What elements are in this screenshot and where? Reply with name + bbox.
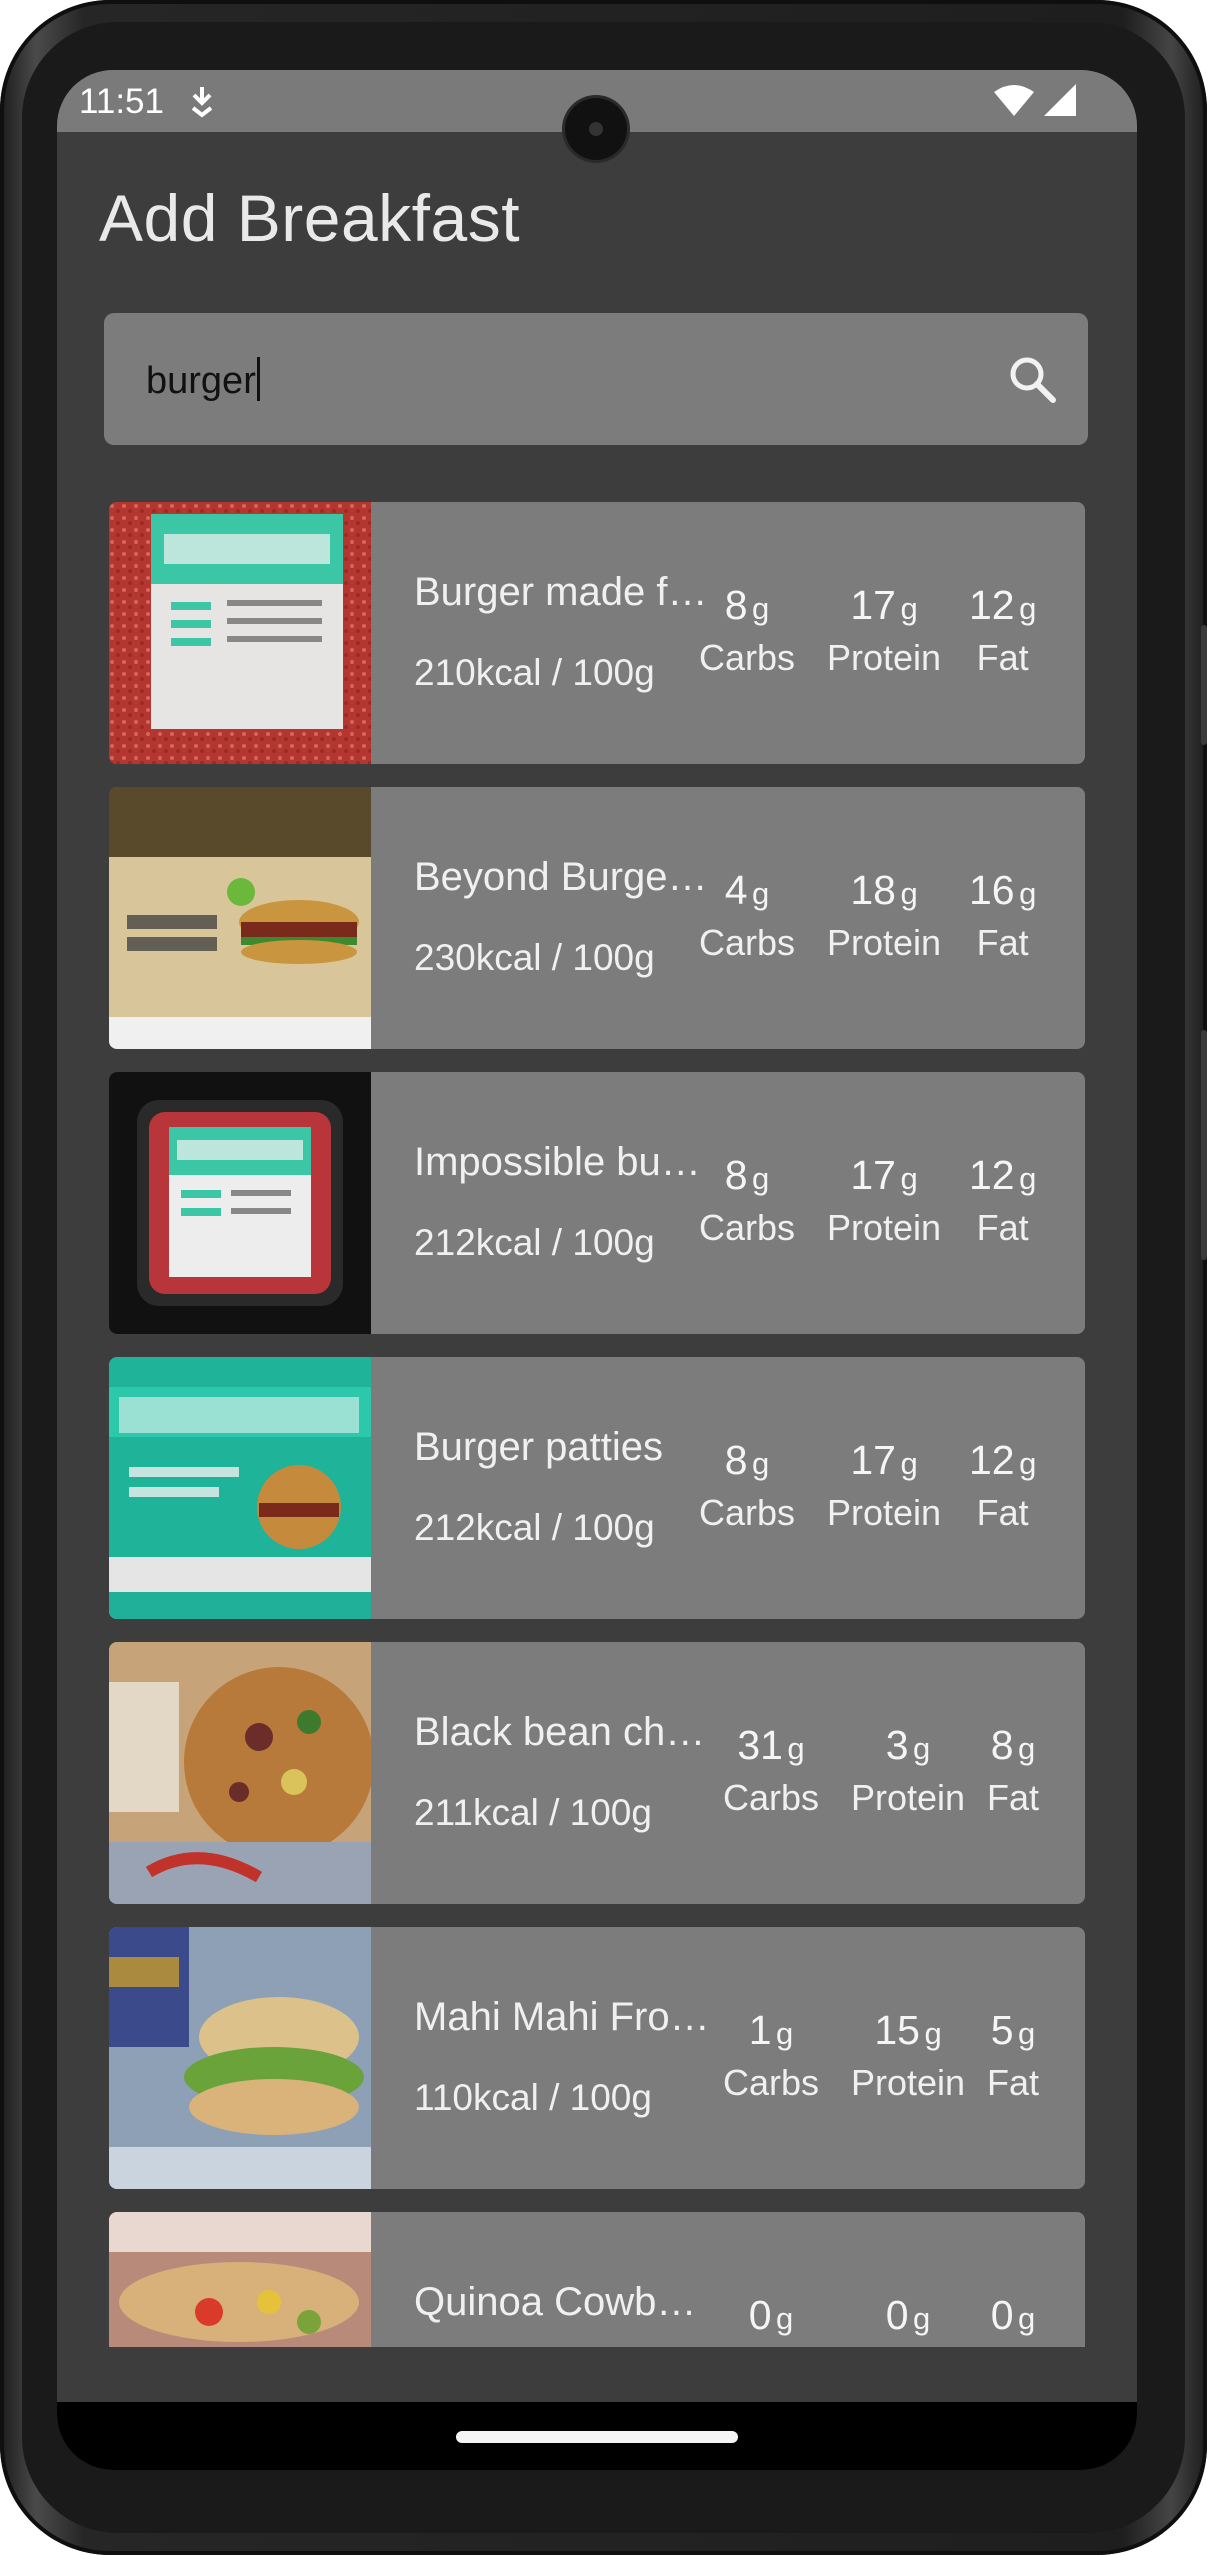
food-item[interactable]: Impossible bu… 212kcal / 100g 8 g Carbs …	[109, 1072, 1085, 1334]
carbs-value: 8 g Carbs	[699, 582, 796, 678]
food-name: Black bean chi…	[414, 1710, 714, 1754]
food-thumbnail	[109, 502, 371, 764]
food-item[interactable]: Beyond Burge… 230kcal / 100g 4 g Carbs 1…	[109, 787, 1085, 1049]
carbs-value: 4 g Carbs	[699, 867, 796, 963]
food-name: Impossible bu…	[414, 1140, 701, 1184]
food-thumbnail	[109, 1357, 371, 1619]
protein-value: 17 g Protein	[827, 1152, 942, 1248]
protein-value: 17 g Protein	[827, 582, 942, 678]
phone-device: 11:51 Add Breakfast burger Burger made f…	[0, 0, 1207, 2555]
food-thumbnail	[109, 2212, 371, 2347]
carbs-value: 31 g Carbs	[723, 1722, 820, 1818]
food-name: Mahi Mahi Froz…	[414, 1995, 714, 2039]
food-item[interactable]: Burger made f… 210kcal / 100g 8 g Carbs …	[109, 502, 1085, 764]
protein-value: 0 g Protein	[885, 2292, 931, 2338]
screen: 11:51 Add Breakfast burger Burger made f…	[57, 70, 1137, 2470]
protein-value: 15 g Protein	[851, 2007, 966, 2103]
fat-value: 0 g Fat	[990, 2292, 1036, 2338]
food-item[interactable]: Burger patties 212kcal / 100g 8 g Carbs …	[109, 1357, 1085, 1619]
food-calories: 110kcal / 100g	[414, 2077, 652, 2118]
status-time: 11:51	[79, 82, 164, 121]
search-icon[interactable]	[1006, 353, 1058, 405]
protein-value: 17 g Protein	[827, 1437, 942, 1533]
food-calories: 212kcal / 100g	[414, 1507, 655, 1548]
food-results-list[interactable]: Burger made f… 210kcal / 100g 8 g Carbs …	[109, 502, 1085, 2347]
carbs-value: 8 g Carbs	[699, 1152, 796, 1248]
food-name: Burger made f…	[414, 570, 708, 614]
volume-up-button	[1201, 625, 1207, 745]
food-item[interactable]: Black bean chi… 211kcal / 100g 31 g Carb…	[109, 1642, 1085, 1904]
food-calories: 211kcal / 100g	[414, 1792, 652, 1833]
search-input[interactable]: burger	[146, 357, 260, 403]
food-name: Beyond Burge…	[414, 855, 708, 899]
status-icons	[994, 84, 1076, 116]
protein-value: 3 g Protein	[851, 1722, 966, 1818]
text-caret	[256, 357, 260, 401]
carbs-value: 0 g Carbs	[748, 2292, 794, 2338]
fat-value: 16 g Fat	[969, 867, 1037, 963]
food-name: Quinoa Cowbo…	[414, 2280, 714, 2324]
fat-value: 8 g Fat	[987, 1722, 1040, 1818]
fat-value: 12 g Fat	[969, 582, 1037, 678]
food-thumbnail	[109, 1927, 371, 2189]
food-calories: 210kcal / 100g	[414, 652, 655, 693]
page-title: Add Breakfast	[99, 181, 521, 255]
food-thumbnail	[109, 1642, 371, 1904]
food-thumbnail	[109, 1072, 371, 1334]
protein-value: 18 g Protein	[827, 867, 942, 963]
home-gesture-handle[interactable]	[456, 2431, 738, 2443]
food-name: Burger patties	[414, 1425, 664, 1469]
food-item[interactable]: Mahi Mahi Froz… 110kcal / 100g 1 g Carbs…	[109, 1927, 1085, 2189]
download-notification-icon	[191, 87, 213, 118]
fat-value: 12 g Fat	[969, 1437, 1037, 1533]
signal-icon	[1044, 84, 1076, 116]
wifi-icon	[994, 85, 1034, 116]
fat-value: 12 g Fat	[969, 1152, 1037, 1248]
carbs-value: 8 g Carbs	[699, 1437, 796, 1533]
food-calories: 230kcal / 100g	[414, 937, 655, 978]
fat-value: 5 g Fat	[987, 2007, 1040, 2103]
front-camera	[565, 98, 627, 160]
search-field[interactable]: burger	[104, 313, 1088, 445]
food-thumbnail	[109, 787, 371, 1049]
food-calories: 212kcal / 100g	[414, 1222, 655, 1263]
carbs-value: 1 g Carbs	[723, 2007, 820, 2103]
food-item[interactable]: Quinoa Cowbo… 0 g Carbs 0 g Protein 0 g …	[109, 2212, 1085, 2347]
power-button	[1201, 1030, 1207, 1260]
